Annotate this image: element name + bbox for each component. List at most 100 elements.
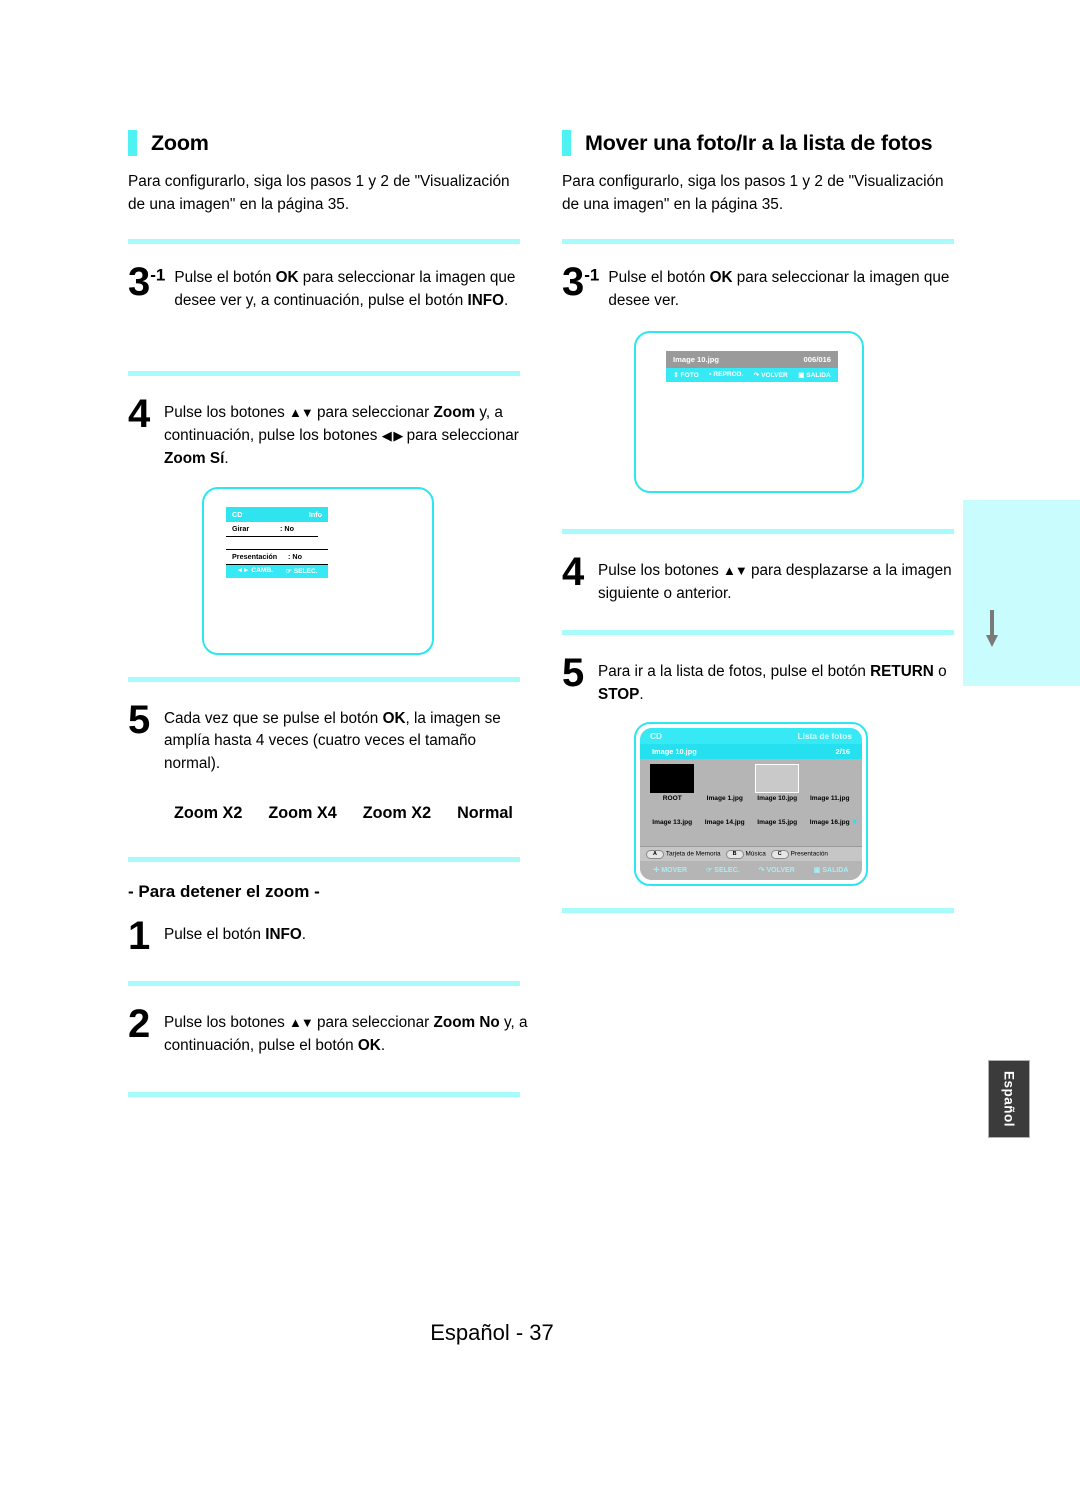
zoom-level: Zoom X2	[174, 804, 243, 823]
updown-arrows-icon: ▲▼	[289, 404, 314, 420]
photo-list-selected-file: Image 10.jpg	[652, 747, 697, 757]
step-text-part: para seleccionar	[402, 426, 519, 444]
menu-value-zoom-si: Zoom Sí	[164, 449, 225, 467]
step-text: Pulse los botones ▲▼ para desplazarse a …	[598, 554, 962, 606]
key-hint-reproducir: ▪ REPROD.	[709, 371, 744, 379]
thumbnail-item-selected[interactable]: Image 10.jpg	[751, 764, 804, 802]
divider	[128, 238, 520, 244]
left-section-heading: Zoom	[128, 130, 528, 156]
left-step-5: 5 Cada vez que se pulse el botón OK, la …	[128, 697, 528, 777]
cd-menu-row-girar[interactable]: Girar : No	[226, 521, 318, 537]
thumbnail-item-root[interactable]: ROOT	[646, 764, 699, 802]
step-text-part: Cada vez que se pulse el botón	[164, 709, 383, 727]
updown-arrows-icon: ▲▼	[289, 1015, 314, 1031]
step-text: Cada vez que se pulse el botón OK, la im…	[164, 702, 528, 777]
heading-accent-bar	[128, 130, 137, 156]
stop-zoom-step-2: 2 Pulse los botones ▲▼ para seleccionar …	[128, 1004, 528, 1058]
divider	[128, 857, 520, 863]
step-number-superscript: -1	[584, 265, 600, 285]
step-number-value: 3	[128, 259, 151, 304]
step-number-value: 3	[562, 259, 585, 304]
scroll-down-icon[interactable]: ▼	[851, 819, 858, 826]
divider	[128, 981, 520, 987]
cd-menu-footer-keys: ◄► CAMB. ☞ SELEC.	[226, 564, 328, 578]
left-step-3: 3-1 Pulse el botón OK para seleccionar l…	[128, 262, 528, 313]
color-key-a[interactable]: A Tarjeta de Memoria	[646, 849, 721, 859]
zoom-level: Zoom X2	[362, 804, 432, 823]
heading-accent-bar	[562, 130, 571, 156]
thumbnail-item[interactable]: Image 11.jpg	[804, 764, 857, 802]
button-name-info: INFO	[467, 291, 505, 309]
thumbnail-image	[703, 764, 747, 793]
cd-menu-info-label: Info	[308, 509, 322, 519]
step-text-part: .	[380, 1037, 386, 1055]
right-step-3: 3-1 Pulse el botón OK para seleccionar l…	[562, 262, 962, 313]
photo-list-color-keys: A Tarjeta de Memoria B Música C Presentació…	[640, 846, 862, 862]
language-side-tab: Español	[988, 1060, 1030, 1138]
thumbnail-label: Image 1.jpg	[706, 795, 743, 803]
thumbnail-item[interactable]: Image 1.jpg	[699, 764, 752, 802]
button-name-ok: OK	[709, 268, 733, 286]
left-intro-text: Para configurarlo, siga los pasos 1 y 2 …	[128, 173, 510, 214]
thumbnail-item[interactable]: Image 15.jpg	[751, 819, 804, 826]
zoom-level: Normal	[457, 804, 513, 823]
key-hint-seleccionar: ☞ SELEC.	[706, 867, 740, 875]
cd-menu-gap	[226, 537, 328, 549]
step-text: Pulse los botones ▲▼ para seleccionar Zo…	[164, 1006, 528, 1058]
color-key-label: Presentación	[790, 850, 828, 858]
color-key-label: Tarjeta de Memoria	[665, 850, 721, 858]
thumbnail-item[interactable]: Image 14.jpg	[699, 819, 752, 826]
thumbnail-label: ROOT	[662, 795, 682, 803]
right-column: Mover una foto/Ir a la lista de fotos Pa…	[562, 130, 962, 933]
step-text-part: para seleccionar	[312, 1014, 434, 1032]
leftright-arrows-icon: ◀ ▶	[381, 427, 404, 443]
down-arrow-icon	[985, 610, 999, 648]
menu-value-zoom-no: Zoom No	[433, 1014, 500, 1032]
thumbnail-item[interactable]: Image 16.jpg	[804, 819, 857, 826]
step-number: 5	[128, 697, 151, 742]
color-key-label: Música	[745, 850, 766, 858]
zoom-level-sequence: Zoom X2 Zoom X4 Zoom X2 Normal	[174, 804, 528, 823]
thumbnail-row-2: Image 13.jpg Image 14.jpg Image 15.jpg I…	[646, 819, 858, 826]
cd-info-menu: CD Info Girar : No Presentación : No ◄► …	[226, 506, 328, 578]
thumbnail-label: Image 15.jpg	[757, 819, 798, 827]
cd-menu-row-presentacion[interactable]: Presentación : No	[226, 548, 328, 565]
key-hint-volver: ↷ VOLVER	[753, 371, 788, 379]
language-side-tab-label: Español	[1001, 1070, 1017, 1127]
key-cap-a: A	[646, 849, 664, 859]
button-name-return: RETURN	[870, 662, 934, 680]
divider	[562, 238, 954, 244]
left-column: Zoom Para configurarlo, siga los pasos 1…	[128, 130, 528, 1117]
step-text-part: .	[639, 685, 644, 703]
button-name-ok: OK	[275, 268, 299, 286]
stop-zoom-step-1: 1 Pulse el botón INFO.	[128, 914, 528, 959]
step-number: 5	[562, 650, 585, 695]
cd-menu-header: CD Info	[226, 506, 328, 522]
button-name-ok: OK	[382, 709, 406, 727]
row-label: Presentación	[232, 552, 278, 561]
key-cap-b: B	[725, 849, 744, 859]
step-number: 1	[128, 914, 151, 959]
key-hint-mover: ✛ MOVER	[653, 867, 688, 875]
right-heading-title: Mover una foto/Ir a la lista de fotos	[585, 130, 933, 155]
step-text-part: Pulse los botones	[598, 561, 724, 579]
color-key-b[interactable]: B Música	[725, 849, 766, 859]
divider	[562, 528, 954, 534]
manual-page: Zoom Para configurarlo, siga los pasos 1…	[0, 0, 1080, 1487]
button-name-ok: OK	[357, 1037, 381, 1055]
photo-list-ui: CD Lista de fotos Image 10.jpg 2/16 ROOT	[640, 728, 862, 881]
key-hint-foto: ⇕ FOTO	[673, 371, 699, 379]
color-key-c[interactable]: C Presentación	[770, 849, 828, 859]
osd-title-bar: Image 10.jpg 006/016	[666, 350, 838, 368]
key-hint-seleccionar: ☞ SELEC.	[285, 568, 318, 575]
step-number: 4	[128, 391, 151, 436]
right-intro-text: Para configurarlo, siga los pasos 1 y 2 …	[562, 173, 944, 214]
step-text: Pulse el botón OK para seleccionar la im…	[174, 264, 528, 313]
photo-list-header: CD Lista de fotos	[640, 728, 862, 745]
thumbnail-label: Image 10.jpg	[757, 795, 798, 803]
step-text-part: Pulse el botón	[174, 268, 276, 286]
thumbnail-item[interactable]: Image 13.jpg	[646, 819, 699, 826]
step-number: 3-1	[562, 262, 600, 302]
osd-file-name: Image 10.jpg	[673, 354, 720, 364]
step-text: Pulse el botón INFO.	[164, 918, 528, 947]
